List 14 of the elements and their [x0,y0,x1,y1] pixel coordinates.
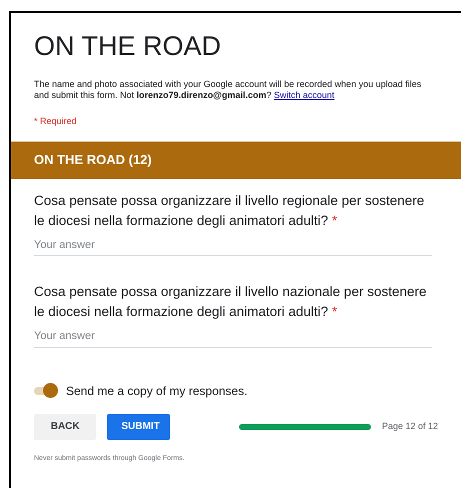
copy-toggle-label: Send me a copy of my responses. [66,382,248,400]
question-text: Cosa pensate possa organizzare il livello regionale per sostenere le diocesi nella formazione degli animatori adulti? * [34,192,426,230]
toggle-switch[interactable] [34,382,58,398]
answer-field[interactable]: Your answer [34,236,432,256]
form-title: ON THE ROAD [34,30,222,63]
page-indicator: Page 12 of 12 [382,420,438,433]
answer-field[interactable]: Your answer [34,328,432,348]
account-notice: The name and photo associated with your Google account will be recorded when you upload files and submit this form. Not lorenzo79.direnzo@gmail.com? Switch account [34,79,422,101]
required-note: * Required [34,115,78,128]
question-text: Cosa pensate possa organizzare il livello nazionale per sostenere le diocesi nella formazione degli animatori adulti? * [34,283,428,321]
switch-account-link[interactable]: Switch account [274,90,334,100]
submit-button[interactable]: SUBMIT [107,414,170,440]
back-button[interactable]: BACK [34,414,96,440]
section-header: ON THE ROAD (12) [11,140,461,178]
